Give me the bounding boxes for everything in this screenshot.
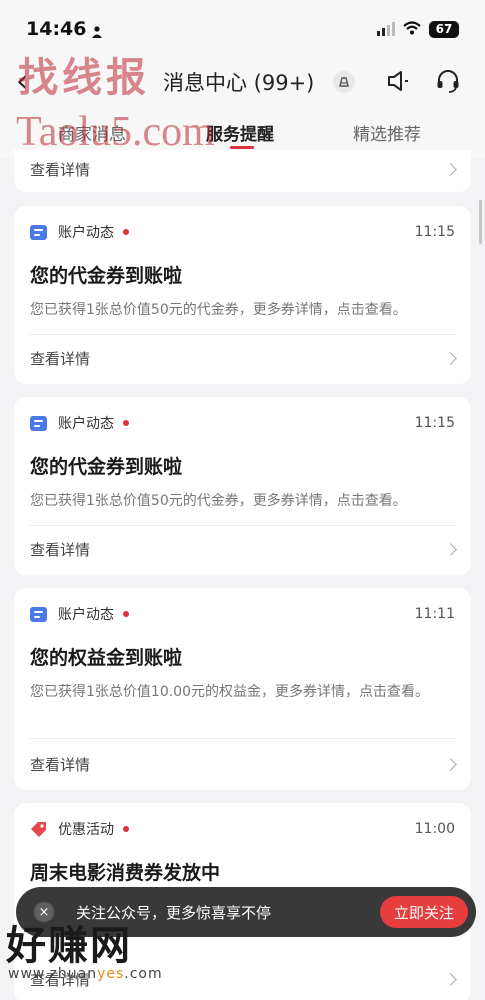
view-details-label: 查看详情 [30, 755, 91, 774]
message-title: 周末电影消费券发放中 [30, 862, 221, 884]
divider [30, 738, 455, 739]
message-time: 11:15 [414, 224, 455, 240]
battery-icon: 67 [429, 20, 459, 38]
customer-service-icon[interactable] [435, 68, 461, 94]
account-activity-icon [30, 606, 47, 622]
message-time: 11:00 [414, 821, 455, 837]
view-details-row[interactable]: 查看详情 [30, 347, 457, 369]
view-details-row[interactable]: 查看详情 [30, 968, 457, 990]
tab-featured-recommendations[interactable]: 精选推荐 [353, 120, 421, 145]
scrollbar[interactable] [479, 200, 482, 244]
tab-service-reminders[interactable]: 服务提醒 [206, 120, 274, 145]
message-body: 您已获得1张总价值10.00元的权益金，更多券详情，点击查看。 [30, 684, 429, 700]
message-card-partial[interactable]: 查看详情 [14, 150, 471, 192]
view-details-row[interactable]: 查看详情 [30, 158, 457, 180]
category-label: 账户动态 [58, 607, 114, 623]
status-bar: 14:46 67 [0, 0, 485, 58]
tag-icon [30, 821, 47, 838]
card-category-row: 优惠活动 11:00 [30, 819, 455, 839]
account-activity-icon [30, 415, 47, 431]
category-label: 优惠活动 [58, 822, 114, 838]
view-details-label: 查看详情 [30, 160, 91, 179]
message-body: 您已获得1张总价值50元的代金券，更多券详情，点击查看。 [30, 493, 407, 509]
view-details-label: 查看详情 [30, 540, 91, 559]
message-time: 11:15 [414, 415, 455, 431]
wifi-icon [403, 20, 421, 39]
unread-dot [123, 420, 129, 426]
category-label: 账户动态 [58, 416, 114, 432]
divider [30, 334, 455, 335]
unread-dot [123, 229, 129, 235]
signal-icon [377, 22, 395, 36]
category-label: 账户动态 [58, 225, 114, 241]
card-category-row: 账户动态 11:15 [30, 222, 455, 242]
chevron-right-icon [444, 542, 457, 556]
unread-dot [123, 611, 129, 617]
card-category-row: 账户动态 11:15 [30, 413, 455, 433]
card-category-row: 账户动态 11:11 [30, 604, 455, 624]
message-card[interactable]: 账户动态 11:15 您的代金券到账啦 您已获得1张总价值50元的代金券，更多券… [14, 397, 471, 575]
message-title: 您的代金券到账啦 [30, 456, 183, 478]
message-body: 您已获得1张总价值50元的代金券，更多券详情，点击查看。 [30, 302, 407, 318]
close-icon[interactable]: × [34, 902, 54, 922]
message-time: 11:11 [414, 606, 455, 622]
view-details-label: 查看详情 [30, 970, 91, 989]
toast-text: 关注公众号，更多惊喜享不停 [76, 903, 272, 922]
page-title: 消息中心 (99+) [163, 71, 315, 95]
follow-toast: × 关注公众号，更多惊喜享不停 立即关注 [16, 887, 476, 937]
clean-icon[interactable] [332, 70, 358, 96]
message-card[interactable]: 账户动态 11:15 您的代金券到账啦 您已获得1张总价值50元的代金券，更多券… [14, 206, 471, 384]
chevron-right-icon [444, 757, 457, 771]
tab-active-indicator [230, 146, 254, 149]
chevron-right-icon [444, 162, 457, 176]
person-icon [92, 23, 103, 38]
chevron-right-icon [444, 972, 457, 986]
view-details-row[interactable]: 查看详情 [30, 753, 457, 775]
nav-header: ‹ 消息中心 (99+) [0, 58, 485, 106]
message-card[interactable]: 账户动态 11:11 您的权益金到账啦 您已获得1张总价值10.00元的权益金，… [14, 588, 471, 790]
chevron-right-icon [444, 351, 457, 365]
tab-merchant-messages[interactable]: 商家消息 [58, 120, 126, 145]
status-time: 14:46 [26, 18, 87, 40]
divider [30, 525, 455, 526]
message-title: 您的代金券到账啦 [30, 265, 183, 287]
view-details-label: 查看详情 [30, 349, 91, 368]
message-title: 您的权益金到账啦 [30, 647, 183, 669]
back-icon[interactable]: ‹ [16, 64, 28, 99]
account-activity-icon [30, 224, 47, 240]
speaker-icon[interactable] [385, 68, 411, 94]
follow-button[interactable]: 立即关注 [380, 896, 468, 928]
view-details-row[interactable]: 查看详情 [30, 538, 457, 560]
unread-dot [123, 826, 129, 832]
